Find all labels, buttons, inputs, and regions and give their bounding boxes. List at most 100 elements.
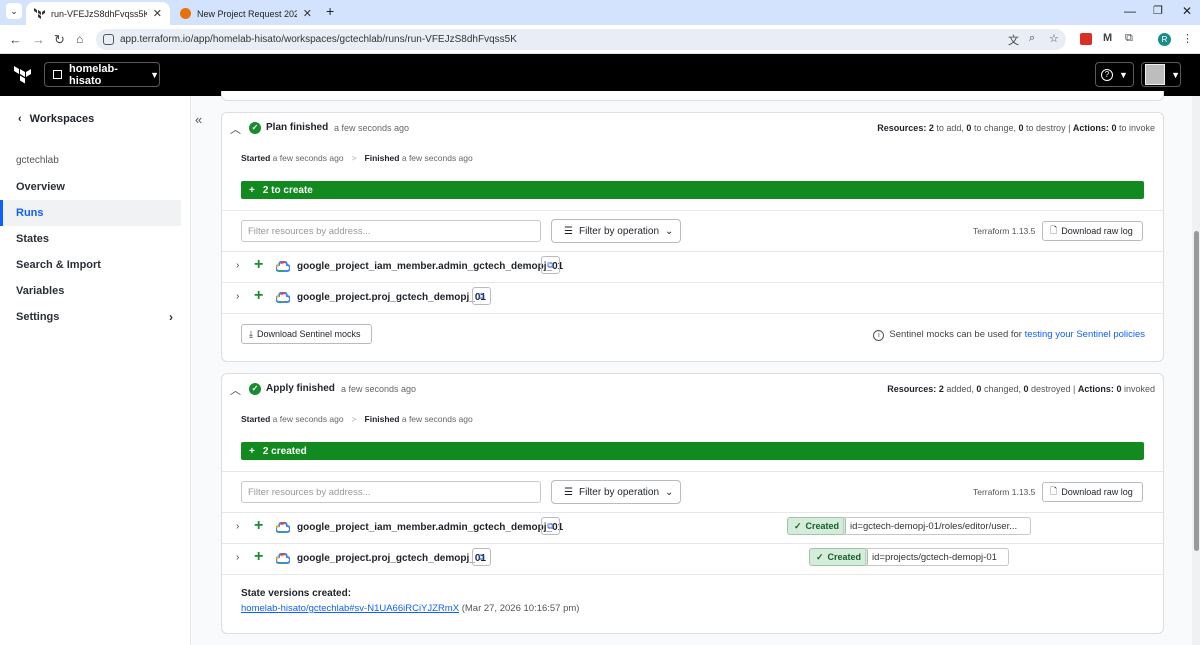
copy-icon[interactable]: ⧉ [541,256,560,274]
apply-card: ︿ ✓ Apply finished a few seconds ago Res… [221,373,1164,634]
filter-resources-input[interactable]: Filter resources by address... [241,220,541,242]
copy-icon[interactable]: ⧉ [472,548,491,566]
close-window-icon[interactable]: ✕ [1182,4,1192,18]
chevron-down-icon: ▼ [1171,69,1180,80]
collapse-sidebar-icon[interactable]: « [195,112,202,127]
main-content: « ︿ ✓ Plan finished a few seconds ago Re… [190,91,1192,645]
apply-card-header[interactable]: ︿ ✓ Apply finished a few seconds ago Res… [222,374,1163,404]
scrollbar-thumb[interactable] [1194,231,1199,551]
apply-ago: a few seconds ago [341,384,417,394]
resource-address: google_project_iam_member.admin_gctech_d… [297,261,564,272]
close-tab-icon[interactable]: ✕ [153,7,162,20]
translate-icon[interactable]: 文 [1008,32,1019,48]
forward-arrow-icon[interactable]: → [32,32,45,47]
tab-terraform-run[interactable]: run-VFEJzS8dhFvqss5K | Runs | ✕ [26,2,170,25]
apply-changes-bar[interactable]: +2 created [241,442,1144,460]
plus-icon: + [249,445,255,457]
status-badge: ✓ Created [787,517,847,535]
chevron-right-icon[interactable]: › [236,291,239,302]
file-icon: 🗋 [1050,486,1058,496]
chevron-right-icon[interactable]: › [236,260,239,271]
resource-row[interactable]: › + google_project.proj_gctech_demopj_01… [222,283,1163,313]
bookmark-star-icon[interactable]: ☆ [1049,32,1059,45]
plan-card-header[interactable]: ︿ ✓ Plan finished a few seconds ago Reso… [222,113,1163,143]
m-extension-icon[interactable]: M [1103,32,1112,44]
google-cloud-icon [275,260,291,275]
extension-icon[interactable] [1080,33,1092,45]
plus-icon: + [249,184,255,196]
favicon-icon [180,8,191,19]
resource-row[interactable]: › + google_project_iam_member.admin_gcte… [222,513,1163,543]
resource-id[interactable]: id=gctech-demopj-01/roles/editor/user... [843,517,1031,535]
state-versions-heading: State versions created: [241,588,352,599]
download-sentinel-mocks-button[interactable]: ⤓ Download Sentinel mocks [241,324,372,344]
download-raw-log-button[interactable]: 🗋 Download raw log [1042,221,1143,241]
back-to-workspaces-link[interactable]: ‹ Workspaces [18,113,94,125]
new-tab-icon[interactable]: + [326,3,334,19]
zoom-icon[interactable]: ⌕ [1029,32,1035,45]
chevron-right-icon[interactable]: › [236,521,239,532]
avatar [1145,64,1166,85]
user-menu-button[interactable]: ▼ [1141,62,1181,87]
help-icon: ? [1101,68,1114,81]
create-plus-icon: + [254,517,264,534]
sidebar-item-states[interactable]: States [0,226,181,252]
filter-resources-input[interactable]: Filter resources by address... [241,481,541,503]
sidebar-item-settings[interactable]: Settings › [0,304,181,330]
check-circle-icon: ✓ [249,383,261,395]
sentinel-policies-link[interactable]: testing your Sentinel policies [1025,329,1145,340]
profile-avatar[interactable]: R [1158,33,1171,46]
copy-icon[interactable]: ⧉ [472,287,491,305]
create-plus-icon: + [254,548,264,565]
google-cloud-icon [275,291,291,306]
maximize-icon[interactable]: ❐ [1153,4,1163,17]
workspace-sidebar: ‹ Workspaces gctechlab Overview Runs Stat… [0,96,190,645]
sidebar-item-search-import[interactable]: Search & Import [0,252,181,278]
browser-menu-icon[interactable]: ⋮ [1182,32,1193,45]
apply-resources-summary: Resources: 2 added, 0 changed, 0 destroy… [887,384,1155,394]
site-info-icon[interactable] [103,34,114,45]
sidebar-item-variables[interactable]: Variables [0,278,181,304]
chevron-up-icon[interactable]: ︿ [230,382,241,398]
terraform-version: Terraform 1.13.5 [973,487,1036,497]
resource-id[interactable]: id=projects/gctech-demopj-01 [865,548,1009,566]
address-bar-row: ← → ↻ ⌂ app.terraform.io/app/homelab-his… [0,25,1200,54]
reload-icon[interactable]: ↻ [54,32,65,48]
chevron-left-icon: ‹ [18,113,22,125]
url-field[interactable]: app.terraform.io/app/homelab-hisato/work… [96,29,1066,50]
plan-changes-bar[interactable]: +2 to create [241,181,1144,199]
filter-icon: ☰ [564,486,573,498]
tab-project-request[interactable]: New Project Request 20260327 ✕ [172,2,320,25]
app-header: homelab-hisato ▼ ? ▼ ▼ [0,54,1200,96]
chevron-down-icon: ▼ [1119,69,1128,80]
tab-search-icon[interactable]: ⌄ [6,3,22,19]
check-icon: ✓ [816,551,824,562]
home-icon[interactable]: ⌂ [76,32,83,46]
chevron-up-icon[interactable]: ︿ [230,121,241,137]
help-menu-button[interactable]: ? ▼ [1095,62,1134,87]
download-icon: ⤓ [249,328,253,339]
sidebar-item-overview[interactable]: Overview [0,174,181,200]
resource-address: google_project.proj_gctech_demopj_01 [297,292,486,303]
chevron-right-icon[interactable]: › [236,552,239,563]
org-switcher[interactable]: homelab-hisato ▼ [44,62,160,87]
close-tab-icon[interactable]: ✕ [303,7,312,20]
plan-card: ︿ ✓ Plan finished a few seconds ago Reso… [221,112,1164,362]
resource-row[interactable]: › + google_project.proj_gctech_demopj_01… [222,544,1163,574]
state-version-link[interactable]: homelab-hisato/gctechlab#sv-N1UA66iRCiYJ… [241,603,459,614]
extensions-puzzle-icon[interactable]: ⧉ [1125,32,1133,45]
download-raw-log-button[interactable]: 🗋 Download raw log [1042,482,1143,502]
check-icon: ✓ [794,520,802,531]
filter-operation-dropdown[interactable]: ☰ Filter by operation ⌄ [551,219,681,243]
file-icon: 🗋 [1050,225,1058,235]
minimize-icon[interactable]: — [1124,4,1136,18]
divider [222,210,1163,211]
back-arrow-icon[interactable]: ← [9,32,22,47]
resource-row[interactable]: › + google_project_iam_member.admin_gcte… [222,252,1163,282]
page-scrollbar[interactable] [1192,96,1200,645]
filter-operation-dropdown[interactable]: ☰ Filter by operation ⌄ [551,480,681,504]
sentinel-info: i Sentinel mocks can be used for testing … [873,329,1145,341]
sidebar-item-runs[interactable]: Runs [0,200,181,226]
copy-icon[interactable]: ⧉ [541,517,560,535]
terraform-logo-icon[interactable] [14,66,32,87]
